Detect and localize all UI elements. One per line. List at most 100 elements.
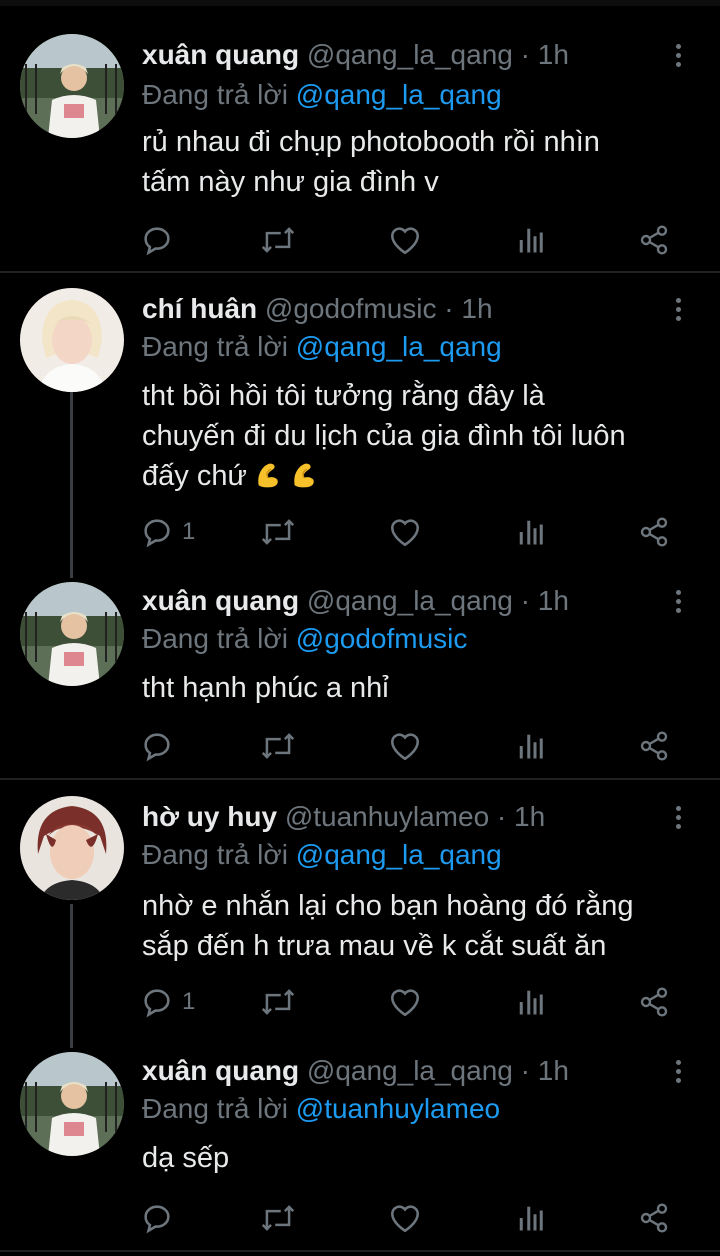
retweet-icon bbox=[261, 733, 295, 759]
like-icon bbox=[390, 1205, 420, 1233]
pinching-hand-emoji bbox=[258, 463, 278, 488]
share-icon bbox=[640, 987, 668, 1017]
analytics-button[interactable] bbox=[516, 1198, 546, 1238]
timestamp[interactable]: 1h bbox=[461, 293, 492, 324]
like-button[interactable] bbox=[388, 220, 422, 260]
user-handle[interactable]: @tuanhuylameo bbox=[285, 801, 489, 832]
user-handle[interactable]: @qang_la_qang bbox=[307, 1055, 513, 1086]
reply-prefix: Đang trả lời bbox=[142, 623, 288, 654]
reply-prefix: Đang trả lời bbox=[142, 1093, 288, 1124]
share-button[interactable] bbox=[638, 512, 670, 552]
like-button[interactable] bbox=[388, 726, 422, 766]
reply-context: Đang trả lời @qang_la_qang bbox=[142, 330, 502, 364]
like-button[interactable] bbox=[388, 512, 422, 552]
analytics-button[interactable] bbox=[516, 982, 546, 1022]
action-bar bbox=[140, 1198, 680, 1238]
reply-mention-link[interactable]: @qang_la_qang bbox=[296, 79, 502, 110]
comment-icon bbox=[144, 989, 170, 1018]
analytics-button[interactable] bbox=[516, 512, 546, 552]
reply-button[interactable] bbox=[140, 220, 182, 260]
reply-context: Đang trả lời @tuanhuylameo bbox=[142, 1092, 500, 1126]
display-name[interactable]: hờ uy huy bbox=[142, 801, 277, 832]
more-icon[interactable] bbox=[666, 40, 690, 74]
comment-icon bbox=[144, 227, 170, 256]
more-icon[interactable] bbox=[666, 802, 690, 836]
analytics-icon bbox=[519, 1206, 543, 1231]
tweet[interactable]: xuân quang @qang_la_qang · 1h Đang trả l… bbox=[0, 1042, 720, 1256]
timestamp[interactable]: 1h bbox=[514, 801, 545, 832]
avatar[interactable] bbox=[20, 582, 124, 686]
reply-prefix: Đang trả lời bbox=[142, 839, 288, 870]
share-button[interactable] bbox=[638, 982, 670, 1022]
display-name[interactable]: xuân quang bbox=[142, 1055, 299, 1086]
user-handle[interactable]: @godofmusic bbox=[265, 293, 437, 324]
action-bar bbox=[140, 220, 680, 260]
analytics-button[interactable] bbox=[516, 220, 546, 260]
like-icon bbox=[390, 519, 420, 547]
reply-count: 1 bbox=[182, 988, 196, 1015]
analytics-icon bbox=[519, 228, 543, 253]
reply-prefix: Đang trả lời bbox=[142, 79, 288, 110]
retweet-button[interactable] bbox=[260, 982, 296, 1022]
tweet-text: rủ nhau đi chụp photobooth rồi nhìn tấm … bbox=[142, 126, 600, 198]
timestamp[interactable]: 1h bbox=[538, 1055, 569, 1086]
retweet-icon bbox=[261, 1205, 295, 1231]
more-icon[interactable] bbox=[666, 1056, 690, 1090]
analytics-icon bbox=[519, 520, 543, 545]
reply-button[interactable]: 1 bbox=[140, 982, 195, 1022]
more-icon[interactable] bbox=[666, 294, 690, 328]
display-name[interactable]: xuân quang bbox=[142, 585, 299, 616]
reply-context: Đang trả lời @godofmusic bbox=[142, 622, 467, 656]
like-icon bbox=[390, 989, 420, 1017]
timestamp[interactable]: 1h bbox=[538, 39, 569, 70]
tweet-header: xuân quang @qang_la_qang · 1h bbox=[142, 585, 569, 616]
share-icon bbox=[640, 731, 668, 761]
tweet[interactable]: hờ uy huy @tuanhuylameo · 1h Đang trả lờ… bbox=[0, 780, 720, 1042]
reply-mention-link[interactable]: @qang_la_qang bbox=[296, 839, 502, 870]
avatar[interactable] bbox=[20, 1052, 124, 1156]
reply-prefix: Đang trả lời bbox=[142, 331, 288, 362]
retweet-icon bbox=[261, 989, 295, 1015]
more-icon[interactable] bbox=[666, 586, 690, 620]
share-button[interactable] bbox=[638, 1198, 670, 1238]
retweet-button[interactable] bbox=[260, 220, 296, 260]
retweet-button[interactable] bbox=[260, 726, 296, 766]
share-button[interactable] bbox=[638, 220, 670, 260]
tweet-divider bbox=[0, 1250, 720, 1252]
user-handle[interactable]: @qang_la_qang bbox=[307, 39, 513, 70]
reply-mention-link[interactable]: @qang_la_qang bbox=[296, 331, 502, 362]
share-button[interactable] bbox=[638, 726, 670, 766]
tweet[interactable]: xuân quang @qang_la_qang · 1h Đang trả l… bbox=[0, 0, 720, 272]
share-icon bbox=[640, 1203, 668, 1233]
user-handle[interactable]: @qang_la_qang bbox=[307, 585, 513, 616]
action-bar: 1 bbox=[140, 982, 680, 1022]
share-icon bbox=[640, 225, 668, 255]
retweet-button[interactable] bbox=[260, 512, 296, 552]
analytics-button[interactable] bbox=[516, 726, 546, 766]
retweet-icon bbox=[261, 227, 295, 253]
tweet-header: hờ uy huy @tuanhuylameo · 1h bbox=[142, 801, 546, 832]
tweet-header: xuân quang @qang_la_qang · 1h bbox=[142, 1055, 569, 1086]
display-name[interactable]: chí huân bbox=[142, 293, 257, 324]
tweet[interactable]: xuân quang @qang_la_qang · 1h Đang trả l… bbox=[0, 572, 720, 780]
avatar[interactable] bbox=[20, 288, 124, 392]
tweet-text: nhờ e nhắn lại cho bạn hoàng đó rằng sắp… bbox=[142, 890, 634, 962]
reply-mention-link[interactable]: @godofmusic bbox=[296, 623, 468, 654]
avatar[interactable] bbox=[20, 796, 124, 900]
timestamp[interactable]: 1h bbox=[538, 585, 569, 616]
reply-button[interactable] bbox=[140, 726, 182, 766]
like-button[interactable] bbox=[388, 1198, 422, 1238]
pinching-hand-emoji bbox=[294, 463, 314, 488]
retweet-button[interactable] bbox=[260, 1198, 296, 1238]
avatar[interactable] bbox=[20, 34, 124, 138]
reply-button[interactable]: 1 bbox=[140, 512, 195, 552]
like-icon bbox=[390, 733, 420, 761]
reply-mention-link[interactable]: @tuanhuylameo bbox=[296, 1093, 500, 1124]
tweet[interactable]: chí huân @godofmusic · 1h Đang trả lời @… bbox=[0, 272, 720, 572]
reply-button[interactable] bbox=[140, 1198, 182, 1238]
like-button[interactable] bbox=[388, 982, 422, 1022]
comment-icon bbox=[144, 519, 170, 548]
tweet-header: chí huân @godofmusic · 1h bbox=[142, 293, 493, 324]
display-name[interactable]: xuân quang bbox=[142, 39, 299, 70]
share-icon bbox=[640, 517, 668, 547]
